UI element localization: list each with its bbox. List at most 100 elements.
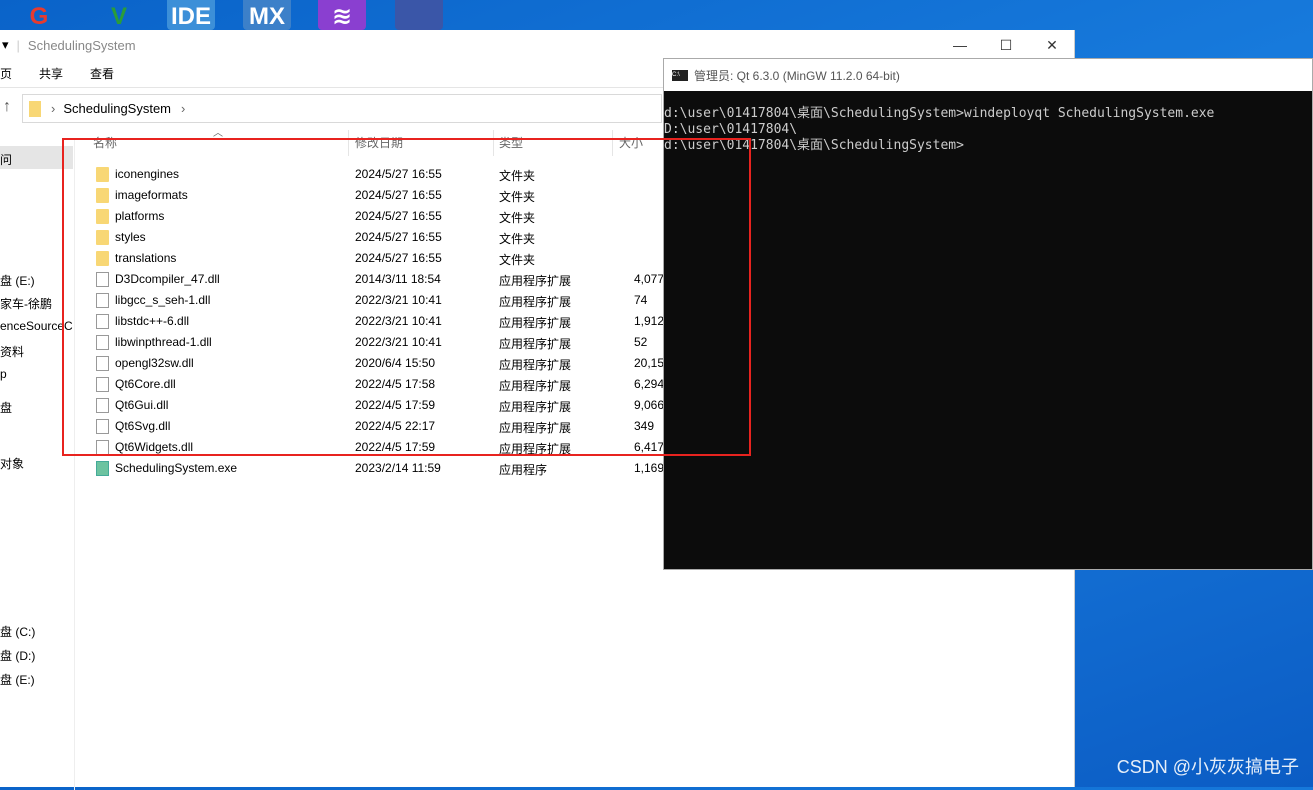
file-type: 应用程序扩展: [499, 316, 572, 330]
file-size: 6,294: [634, 377, 665, 391]
maximize-button[interactable]: ☐: [983, 30, 1029, 60]
desktop-shortcut-icon[interactable]: [395, 0, 443, 30]
file-row[interactable]: SchedulingSystem.exe 2023/2/14 11:59 应用程…: [93, 458, 673, 479]
file-date: 2022/4/5 17:59: [355, 398, 436, 412]
file-size: 52: [634, 335, 648, 349]
dll-icon: [96, 314, 109, 329]
file-type: 应用程序扩展: [499, 295, 572, 309]
file-row[interactable]: Qt6Widgets.dll 2022/4/5 17:59 应用程序扩展 6,4…: [93, 437, 673, 458]
file-row[interactable]: D3Dcompiler_47.dll 2014/3/11 18:54 应用程序扩…: [93, 269, 673, 290]
file-row[interactable]: platforms 2024/5/27 16:55 文件夹: [93, 206, 673, 227]
folder-icon: [29, 100, 41, 117]
desktop-shortcut-icon[interactable]: ≋: [318, 0, 366, 30]
file-row[interactable]: translations 2024/5/27 16:55 文件夹: [93, 248, 673, 269]
file-row[interactable]: iconengines 2024/5/27 16:55 文件夹: [93, 164, 673, 185]
dll-icon: [96, 440, 109, 455]
file-row[interactable]: libgcc_s_seh-1.dll 2022/3/21 10:41 应用程序扩…: [93, 290, 673, 311]
column-size[interactable]: 大小: [619, 134, 643, 151]
file-date: 2024/5/27 16:55: [355, 188, 442, 202]
ribbon-tab[interactable]: 查看: [90, 65, 114, 82]
nav-item[interactable]: 盘 (E:): [0, 272, 35, 289]
file-name: libstdc++-6.dll: [115, 314, 190, 328]
file-size: 349: [634, 419, 655, 433]
file-row[interactable]: Qt6Core.dll 2022/4/5 17:58 应用程序扩展 6,294: [93, 374, 673, 395]
file-type: 文件夹: [499, 169, 536, 183]
desktop-shortcut-icon[interactable]: MX: [243, 0, 291, 30]
file-row[interactable]: opengl32sw.dll 2020/6/4 15:50 应用程序扩展 20,…: [93, 353, 673, 374]
column-name[interactable]: 名称: [93, 134, 117, 151]
dll-icon: [96, 335, 109, 350]
close-button[interactable]: ✕: [1029, 30, 1075, 60]
desktop-shortcut-icon[interactable]: V: [95, 0, 143, 30]
ribbon-tab[interactable]: 共享: [39, 65, 63, 82]
desktop-shortcut-icon[interactable]: G: [15, 0, 63, 30]
watermark: CSDN @小灰灰搞电子: [1116, 757, 1299, 777]
title-bar: ▾ | SchedulingSystem: [0, 37, 136, 53]
up-arrow-icon[interactable]: ↑: [3, 98, 11, 116]
folder-icon: [96, 251, 109, 266]
navigation-pane: 问盘 (E:) 家车-徐鹏 enceSourceC 资料 p 盘对象盘 (C:) 盘 (D:…: [0, 140, 75, 790]
exe-icon: [96, 461, 109, 476]
file-name: Qt6Gui.dll: [115, 398, 169, 412]
file-type: 应用程序扩展: [499, 421, 572, 435]
file-size: 1,169: [634, 461, 665, 475]
nav-item[interactable]: 问: [0, 151, 12, 168]
file-type: 应用程序扩展: [499, 400, 572, 414]
nav-item[interactable]: 盘 (C:): [0, 623, 35, 640]
file-name: libgcc_s_seh-1.dll: [115, 293, 211, 307]
breadcrumb-item[interactable]: SchedulingSystem: [63, 101, 171, 116]
nav-item[interactable]: 对象: [0, 455, 24, 472]
file-type: 应用程序扩展: [499, 442, 572, 456]
column-date[interactable]: 修改日期: [355, 134, 403, 151]
file-name: libwinpthread-1.dll: [115, 335, 212, 349]
file-row[interactable]: imageformats 2024/5/27 16:55 文件夹: [93, 185, 673, 206]
folder-icon: [96, 230, 109, 245]
nav-item[interactable]: 家车-徐鹏: [0, 295, 52, 312]
column-type[interactable]: 类型: [499, 134, 523, 151]
file-type: 应用程序扩展: [499, 358, 572, 372]
file-name: Qt6Svg.dll: [115, 419, 171, 433]
file-row[interactable]: styles 2024/5/27 16:55 文件夹: [93, 227, 673, 248]
console-line: D:\user\01417804\: [664, 122, 798, 137]
nav-item[interactable]: enceSourceC: [0, 319, 73, 333]
file-row[interactable]: Qt6Gui.dll 2022/4/5 17:59 应用程序扩展 9,066: [93, 395, 673, 416]
file-name: Qt6Core.dll: [115, 377, 176, 391]
address-bar[interactable]: › SchedulingSystem ›: [22, 94, 662, 123]
console-line: d:\user\01417804\桌面\SchedulingSystem>: [664, 138, 964, 153]
dll-icon: [96, 419, 109, 434]
folder-icon: [96, 167, 109, 182]
file-type: 文件夹: [499, 190, 536, 204]
file-row[interactable]: Qt6Svg.dll 2022/4/5 22:17 应用程序扩展 349: [93, 416, 673, 437]
file-date: 2022/4/5 17:58: [355, 377, 436, 391]
file-date: 2022/4/5 17:59: [355, 440, 436, 454]
file-size: 74: [634, 293, 648, 307]
file-date: 2024/5/27 16:55: [355, 251, 442, 265]
file-date: 2022/3/21 10:41: [355, 314, 442, 328]
minimize-button[interactable]: —: [937, 30, 983, 60]
nav-item[interactable]: 资料: [0, 343, 24, 360]
file-type: 文件夹: [499, 232, 536, 246]
console-title: 管理员: Qt 6.3.0 (MinGW 11.2.0 64-bit): [694, 68, 900, 83]
nav-item[interactable]: p: [0, 367, 7, 381]
sort-chevron-icon: ︿: [213, 128, 223, 139]
console-title-bar: C:\ 管理员: Qt 6.3.0 (MinGW 11.2.0 64-bit): [664, 59, 1312, 91]
file-name: iconengines: [115, 167, 180, 181]
quick-access-dropdown-icon[interactable]: ▾: [0, 37, 17, 53]
file-type: 应用程序扩展: [499, 379, 572, 393]
console-line: d:\user\01417804\桌面\SchedulingSystem>win…: [664, 106, 1215, 121]
nav-item[interactable]: 盘 (D:): [0, 647, 35, 664]
ribbon-tab[interactable]: 页: [0, 65, 12, 82]
file-name: Qt6Widgets.dll: [115, 440, 194, 454]
nav-item[interactable]: 盘: [0, 399, 12, 416]
dll-icon: [96, 356, 109, 371]
file-size: 6,417: [634, 440, 665, 454]
console-window[interactable]: C:\ 管理员: Qt 6.3.0 (MinGW 11.2.0 64-bit) …: [663, 58, 1313, 570]
folder-icon: [96, 209, 109, 224]
nav-item[interactable]: 盘 (E:): [0, 671, 35, 688]
desktop-shortcut-icon[interactable]: IDE: [167, 0, 215, 30]
dll-icon: [96, 398, 109, 413]
file-row[interactable]: libstdc++-6.dll 2022/3/21 10:41 应用程序扩展 1…: [93, 311, 673, 332]
file-date: 2022/3/21 10:41: [355, 293, 442, 307]
file-row[interactable]: libwinpthread-1.dll 2022/3/21 10:41 应用程序…: [93, 332, 673, 353]
dll-icon: [96, 293, 109, 308]
